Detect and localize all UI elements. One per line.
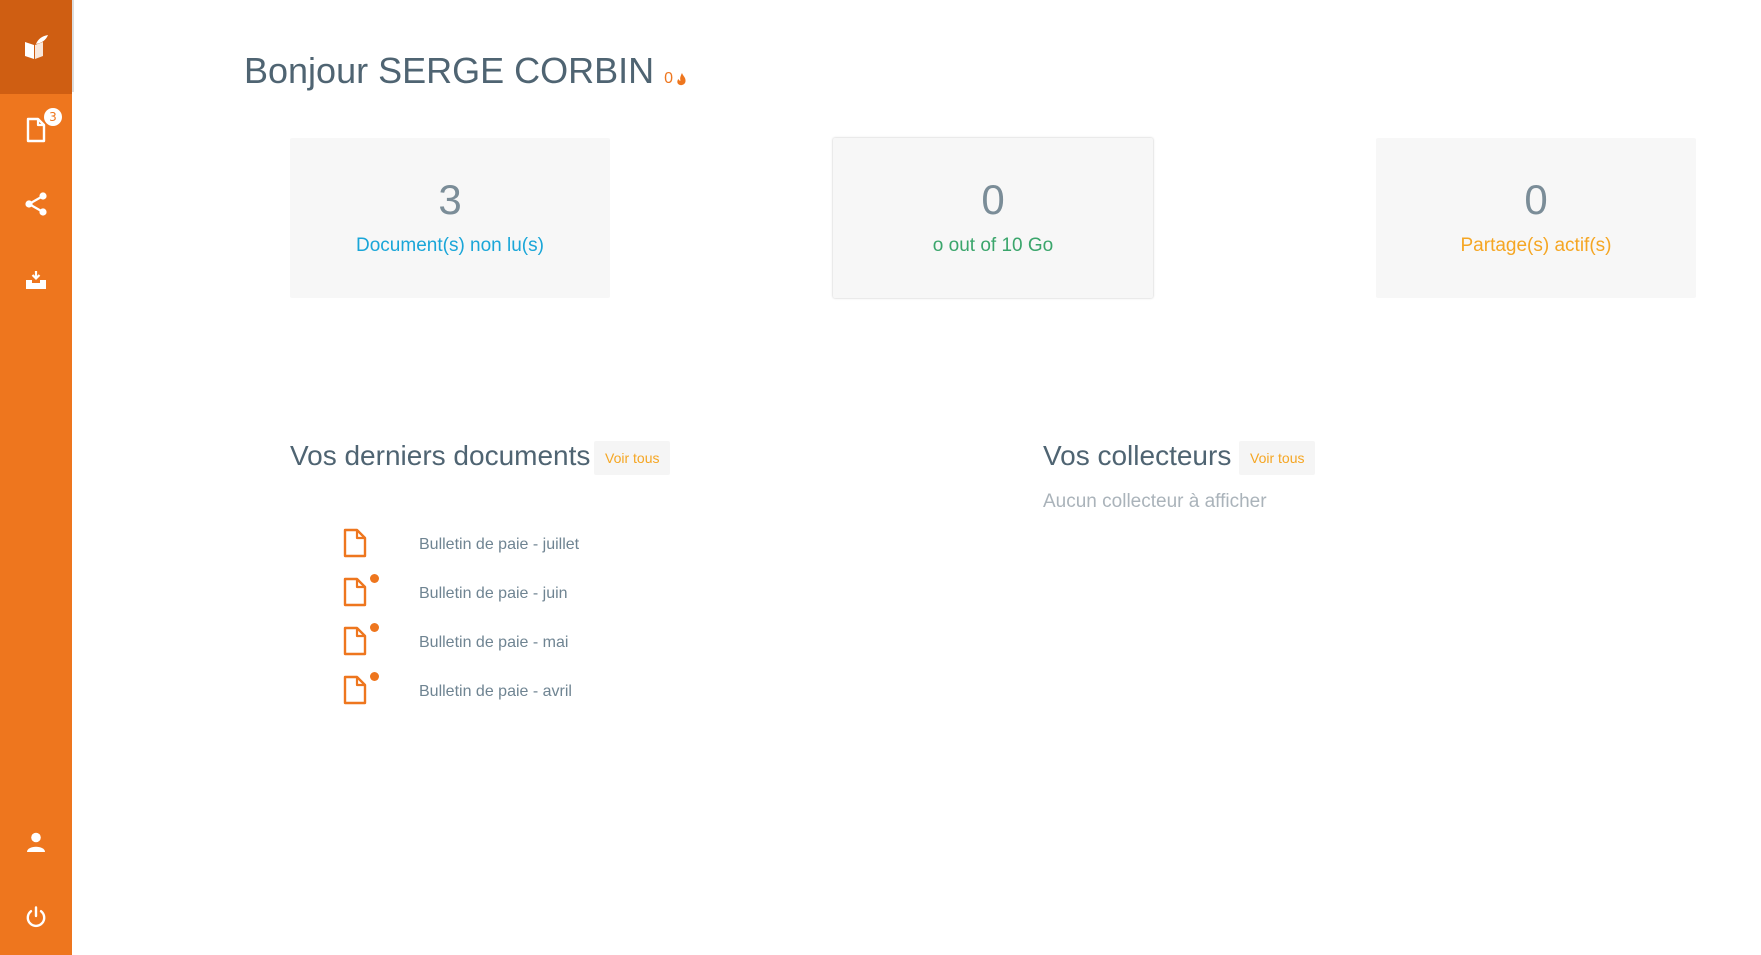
documents-section-title: Vos derniers documents	[290, 440, 591, 471]
sidebar: 3	[0, 0, 72, 955]
stat-card-unread[interactable]: 3 Document(s) non lu(s)	[290, 138, 610, 298]
nav-documents[interactable]: 3	[0, 100, 72, 160]
document-name: Bulletin de paie - juin	[419, 585, 568, 602]
stat-value: 0	[981, 176, 1005, 223]
nav-shares[interactable]	[0, 174, 72, 234]
collectors-see-all-button[interactable]: Voir tous	[1239, 441, 1316, 475]
power-icon	[26, 906, 46, 928]
unread-dot	[370, 574, 379, 583]
nav-collectors[interactable]	[0, 250, 72, 310]
user-icon	[27, 832, 45, 852]
streak-counter: 0	[664, 70, 687, 88]
page-title: Bonjour SERGE CORBIN	[244, 50, 655, 91]
logo-icon	[25, 35, 48, 59]
stat-label: Document(s) non lu(s)	[356, 235, 544, 256]
nav-logout[interactable]	[0, 887, 72, 947]
stat-label: Partage(s) actif(s)	[1460, 235, 1612, 256]
nav-profile[interactable]	[0, 812, 72, 872]
unread-dot	[370, 623, 379, 632]
documents-see-all-button[interactable]: Voir tous	[594, 441, 671, 475]
document-icon	[343, 626, 367, 656]
document-icon	[343, 528, 367, 558]
document-item[interactable]: Bulletin de paie - mai	[330, 623, 730, 664]
document-icon	[26, 117, 46, 143]
stat-card-shares[interactable]: 0 Partage(s) actif(s)	[1376, 138, 1696, 298]
collectors-empty-message: Aucun collecteur à afficher	[1043, 491, 1267, 512]
collectors-section-title: Vos collecteurs	[1043, 440, 1232, 471]
flame-icon	[677, 73, 686, 86]
document-item[interactable]: Bulletin de paie - juillet	[330, 526, 730, 566]
document-name: Bulletin de paie - mai	[419, 634, 569, 651]
inbox-icon	[26, 271, 46, 289]
unread-dot	[370, 672, 379, 681]
stat-label: o out of 10 Go	[932, 235, 1054, 256]
document-item[interactable]: Bulletin de paie - avril	[330, 672, 730, 713]
stat-value: 3	[438, 176, 462, 223]
stat-card-storage[interactable]: 0 o out of 10 Go	[833, 138, 1153, 298]
document-name: Bulletin de paie - juillet	[419, 536, 580, 553]
document-icon	[343, 675, 367, 705]
sidebar-edge	[72, 0, 74, 92]
document-item[interactable]: Bulletin de paie - juin	[330, 574, 730, 615]
stat-value: 0	[1524, 176, 1548, 223]
share-icon	[25, 192, 47, 216]
document-icon	[343, 577, 367, 607]
documents-badge: 3	[44, 108, 62, 126]
greeting: Bonjour SERGE CORBIN 0	[244, 50, 687, 92]
logo-button[interactable]	[0, 0, 72, 94]
streak-count: 0	[664, 70, 674, 87]
document-name: Bulletin de paie - avril	[419, 683, 572, 700]
